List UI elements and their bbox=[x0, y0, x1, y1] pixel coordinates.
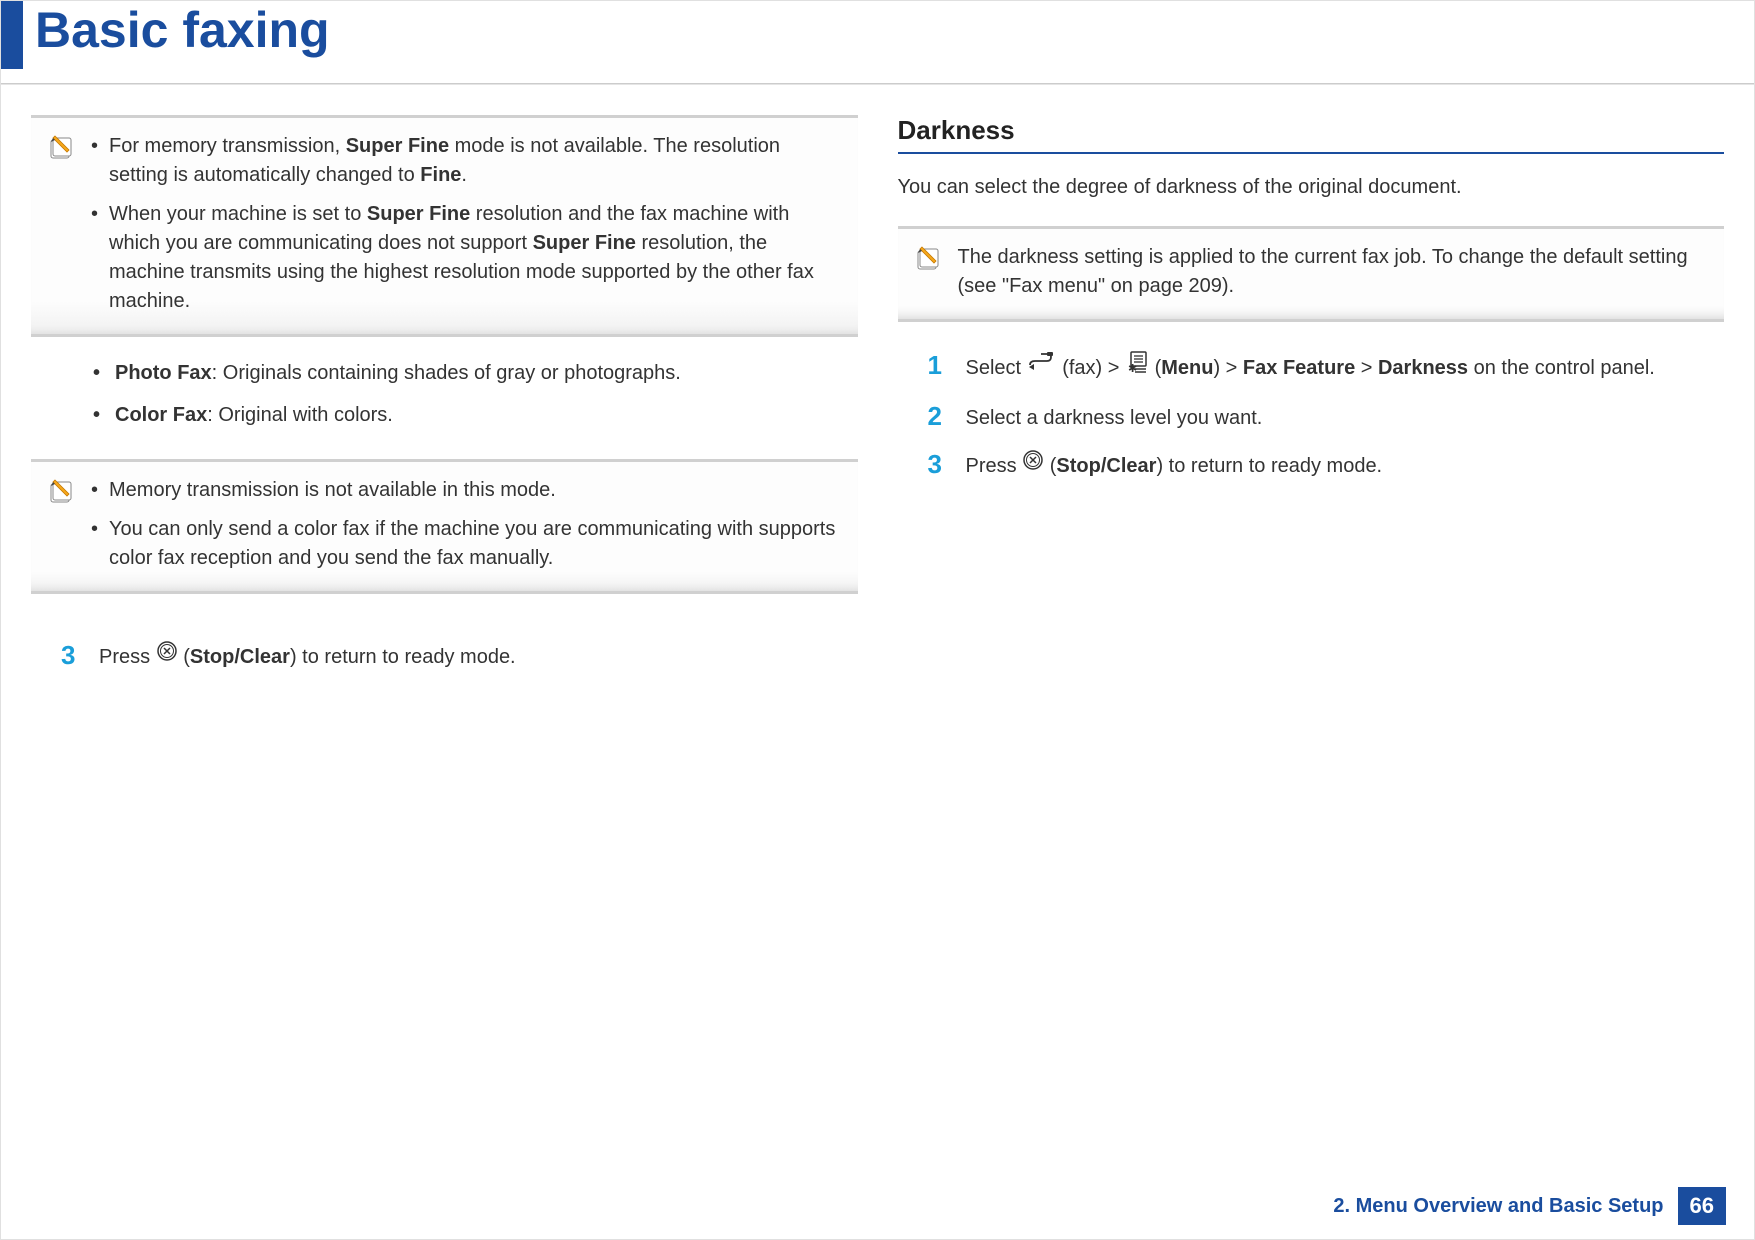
note-icon bbox=[914, 243, 942, 301]
note-text: The darkness setting is applied to the c… bbox=[958, 246, 1688, 297]
note1-item-2: When your machine is set to Super Fine r… bbox=[91, 200, 840, 316]
fax-icon bbox=[1027, 351, 1057, 382]
text-fragment: Select bbox=[966, 357, 1027, 379]
step-text: Press (Stop/Clear) to return to ready mo… bbox=[99, 640, 846, 673]
header: Basic faxing bbox=[1, 1, 1754, 85]
note-content-darkness: The darkness setting is applied to the c… bbox=[958, 243, 1707, 301]
note2-item-2: You can only send a color fax if the mac… bbox=[91, 515, 840, 573]
note-box-2: Memory transmission is not available in … bbox=[31, 459, 858, 594]
right-step-3: 3 Press (Stop/Clear) to return to ready … bbox=[898, 441, 1725, 490]
step-number: 3 bbox=[61, 640, 81, 671]
step-text: Select (fax) > bbox=[966, 350, 1713, 385]
title-bar: Basic faxing bbox=[1, 1, 1754, 69]
menu-label: Menu bbox=[1161, 357, 1213, 379]
text-fragment: ( bbox=[183, 646, 190, 668]
right-step-2: 2 Select a darkness level you want. bbox=[898, 393, 1725, 441]
stop-clear-label: Stop/Clear bbox=[190, 646, 290, 668]
note-icon bbox=[47, 132, 75, 316]
left-step-3: 3 Press (Stop/Clear) to return to ready … bbox=[31, 632, 858, 681]
fax-feature-label: Fax Feature bbox=[1243, 357, 1355, 379]
note-content-2: Memory transmission is not available in … bbox=[91, 476, 840, 573]
darkness-label: Darkness bbox=[1378, 357, 1468, 379]
text-fragment: ) to return to ready mode. bbox=[1156, 455, 1382, 477]
note1-item-1: For memory transmission, Super Fine mode… bbox=[91, 132, 840, 190]
section-heading-darkness: Darkness bbox=[898, 115, 1725, 154]
page-title: Basic faxing bbox=[35, 1, 330, 58]
note-box-1: For memory transmission, Super Fine mode… bbox=[31, 115, 858, 337]
step-number: 1 bbox=[928, 350, 948, 381]
left-column: For memory transmission, Super Fine mode… bbox=[31, 115, 858, 1239]
stop-clear-icon bbox=[1022, 449, 1044, 480]
stop-clear-label: Stop/Clear bbox=[1056, 455, 1156, 477]
text-fragment: on the control panel. bbox=[1468, 357, 1655, 379]
note-icon bbox=[47, 476, 75, 573]
text-fragment: ) > bbox=[1213, 357, 1242, 379]
page: Basic faxing For memory transmission, Su bbox=[0, 0, 1755, 1240]
footer-chapter: 2. Menu Overview and Basic Setup bbox=[1333, 1195, 1663, 1218]
note-box-darkness: The darkness setting is applied to the c… bbox=[898, 226, 1725, 322]
step-text: Select a darkness level you want. bbox=[966, 401, 1713, 433]
footer-page-number: 66 bbox=[1678, 1187, 1726, 1225]
note-content-1: For memory transmission, Super Fine mode… bbox=[91, 132, 840, 316]
bullet-list: Photo Fax: Originals containing shades o… bbox=[31, 357, 858, 459]
text-fragment: ) to return to ready mode. bbox=[290, 646, 516, 668]
text-fragment: Press bbox=[99, 646, 156, 668]
content-area: For memory transmission, Super Fine mode… bbox=[1, 85, 1754, 1239]
text-fragment: Press bbox=[966, 455, 1023, 477]
stop-clear-icon bbox=[156, 640, 178, 671]
footer: 2. Menu Overview and Basic Setup 66 bbox=[1333, 1187, 1726, 1225]
note2-item-1: Memory transmission is not available in … bbox=[91, 476, 840, 505]
step-number: 3 bbox=[928, 449, 948, 480]
title-tab bbox=[1, 1, 23, 69]
right-step-1: 1 Select (fax) > bbox=[898, 342, 1725, 393]
bullet-photo-fax: Photo Fax: Originals containing shades o… bbox=[89, 357, 846, 389]
step-text: Press (Stop/Clear) to return to ready mo… bbox=[966, 449, 1713, 482]
right-column: Darkness You can select the degree of da… bbox=[898, 115, 1725, 1239]
text-fragment: (fax) > bbox=[1062, 357, 1125, 379]
title-divider bbox=[1, 83, 1754, 85]
menu-icon: ✱ bbox=[1125, 350, 1149, 383]
text-fragment: > bbox=[1355, 357, 1378, 379]
step-number: 2 bbox=[928, 401, 948, 432]
section-intro: You can select the degree of darkness of… bbox=[898, 172, 1725, 202]
bullet-color-fax: Color Fax: Original with colors. bbox=[89, 399, 846, 431]
